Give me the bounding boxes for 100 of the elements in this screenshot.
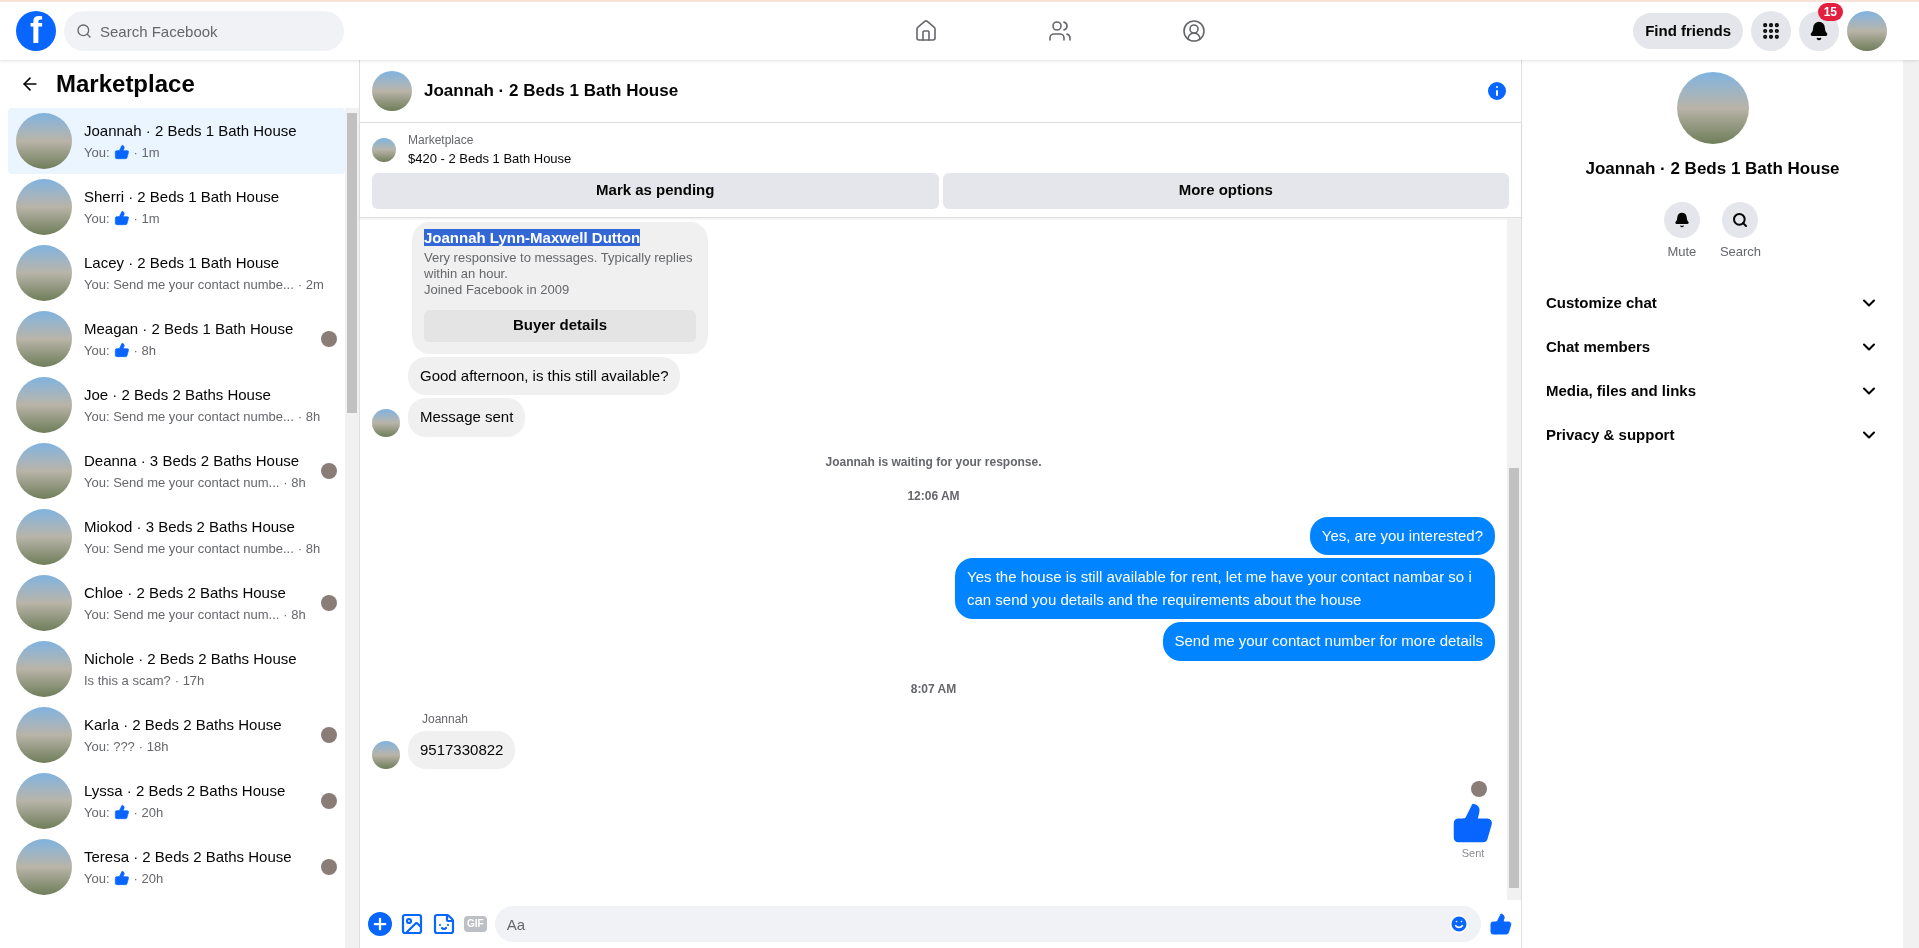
- conversation-title: Karla · 2 Beds 2 Baths House: [84, 715, 283, 735]
- scrollbar[interactable]: [1507, 217, 1521, 900]
- chat-title: Joannah · 2 Beds 1 Bath House: [424, 80, 680, 103]
- conversation-title: Nichole · 2 Beds 2 Baths House: [84, 649, 298, 669]
- photo-placeholder: [16, 641, 72, 697]
- message-time: · 20h: [133, 869, 164, 888]
- home-icon[interactable]: [913, 19, 938, 43]
- message-preview: You: ???: [84, 737, 135, 756]
- conversation-title: Miokod · 3 Beds 2 Baths House: [84, 517, 296, 537]
- friends-icon[interactable]: [1047, 19, 1072, 43]
- profile-name[interactable]: Joannah Lynn-Maxwell Dutton: [424, 228, 641, 246]
- conversation-title: Joe · 2 Beds 2 Baths House: [84, 385, 272, 405]
- listing-action-button[interactable]: Mark as pending: [372, 172, 939, 209]
- add-icon[interactable]: [368, 912, 392, 936]
- message-preview: You:: [84, 209, 110, 228]
- photo-placeholder: [16, 509, 72, 565]
- message-preview: You: Send me your contact num...: [84, 473, 280, 492]
- conversation-item[interactable]: Joe · 2 Beds 2 Baths House You: Send me your contact numbe... · 8h: [8, 372, 345, 438]
- conversation-item[interactable]: Lacey · 2 Beds 1 Bath House You: Send me your contact numbe... · 2m: [8, 240, 345, 306]
- incoming-message: Good afternoon, is this still available?: [408, 356, 681, 395]
- menu-button[interactable]: [1751, 11, 1791, 51]
- conversation-item[interactable]: Sherri · 2 Beds 1 Bath House You: · 1m: [8, 174, 345, 240]
- conversation-title: Joannah · 2 Beds 1 Bath House: [84, 121, 298, 141]
- profile-avatar: [1847, 11, 1887, 51]
- sticker-icon[interactable]: [432, 912, 456, 936]
- photo-placeholder: [16, 113, 72, 169]
- search-icon: [76, 23, 92, 39]
- conversation-item[interactable]: Meagan · 2 Beds 1 Bath House You: · 8h: [8, 306, 345, 372]
- notification-badge: 15: [1817, 3, 1843, 21]
- incoming-message: 9517330822: [408, 730, 516, 769]
- message-time: · 8h: [297, 407, 321, 426]
- message-preview: You:: [84, 803, 110, 822]
- conversation-title: Lacey · 2 Beds 1 Bath House: [84, 253, 281, 273]
- details-section[interactable]: Privacy & support: [1538, 413, 1887, 457]
- details-title: Joannah · 2 Beds 1 Bath House: [1585, 158, 1840, 180]
- conversation-title: Chloe · 2 Beds 2 Baths House: [84, 583, 287, 603]
- conversation-item[interactable]: Nichole · 2 Beds 2 Baths House Is this a scam? · 17h: [8, 636, 345, 702]
- message-preview: You: Send me your contact numbe...: [84, 275, 294, 294]
- groups-icon[interactable]: [1181, 19, 1206, 43]
- photo-placeholder: [372, 71, 412, 111]
- conversation-item[interactable]: Miokod · 3 Beds 2 Baths House You: Send me your contact numbe... · 8h: [8, 504, 345, 570]
- message-time: · 1m: [133, 143, 160, 162]
- logo[interactable]: f: [16, 11, 56, 51]
- bell-icon: [1809, 21, 1829, 41]
- bell-icon: [1673, 211, 1690, 228]
- photo-placeholder: [16, 443, 72, 499]
- buyer-details-button[interactable]: Buyer details: [424, 309, 696, 342]
- conversation-item[interactable]: Karla · 2 Beds 2 Baths House You: ??? · 18h: [8, 702, 345, 768]
- photo-placeholder: [16, 245, 72, 301]
- message-preview: You: Send me your contact num...: [84, 605, 280, 624]
- message-preview: Is this a scam?: [84, 671, 171, 690]
- details-section[interactable]: Customize chat: [1538, 281, 1887, 325]
- message-preview: You: Send me your contact numbe...: [84, 539, 294, 558]
- conversation-title: Teresa · 2 Beds 2 Baths House: [84, 847, 293, 867]
- outgoing-message: Yes, are you interested?: [1309, 516, 1495, 555]
- message-time: · 8h: [283, 605, 306, 624]
- conversation-title: Deanna · 3 Beds 2 Baths House: [84, 451, 301, 471]
- photo-placeholder: [16, 575, 72, 631]
- details-section[interactable]: Chat members: [1538, 325, 1887, 369]
- conversation-title: Sherri · 2 Beds 1 Bath House: [84, 187, 281, 207]
- grid-icon: [1761, 21, 1781, 41]
- conversation-item[interactable]: Joannah · 2 Beds 1 Bath House You: · 1m: [8, 108, 345, 174]
- photo-placeholder: [16, 377, 72, 433]
- message-time: · 18h: [138, 737, 169, 756]
- like-icon: [1489, 912, 1513, 936]
- message-preview: You: Send me your contact numbe...: [84, 407, 294, 426]
- find-friends-button[interactable]: Find friends: [1633, 13, 1743, 49]
- seen-avatar: [1471, 781, 1487, 797]
- message-time: · 1m: [133, 209, 160, 228]
- profile-info: Joined Facebook in 2009: [424, 281, 571, 298]
- search-field[interactable]: Search Facebook: [64, 11, 344, 51]
- message-input[interactable]: Aa: [494, 906, 1481, 942]
- incoming-message: Message sent: [408, 398, 526, 437]
- outgoing-message: Yes the house is still available for rent, let me have your contact nambar so i can send you details and the requirements about the house: [955, 558, 1495, 619]
- message-preview: You:: [84, 341, 110, 360]
- timestamp: 12:06 AM: [907, 487, 960, 505]
- conversation-item[interactable]: Teresa · 2 Beds 2 Baths House You: · 20h: [8, 834, 345, 900]
- scrollbar[interactable]: [345, 108, 359, 948]
- info-icon[interactable]: [1485, 79, 1509, 103]
- message-preview: You:: [84, 869, 110, 888]
- listing-action-button[interactable]: More options: [942, 172, 1509, 209]
- details-section[interactable]: Media, files and links: [1538, 369, 1887, 413]
- photo-placeholder: [372, 137, 396, 162]
- timestamp: 8:07 AM: [910, 680, 957, 698]
- photo-placeholder: [16, 839, 72, 895]
- conversation-item[interactable]: Deanna · 3 Beds 2 Baths House You: Send me your contact num... · 8h: [8, 438, 345, 504]
- photo-icon[interactable]: [400, 912, 424, 936]
- photo-placeholder: [16, 707, 72, 763]
- status-text: Joannah is waiting for your response.: [825, 453, 1042, 471]
- listing-title: $420 - 2 Beds 1 Bath House: [408, 150, 572, 168]
- conversation-item[interactable]: Lyssa · 2 Beds 2 Baths House You: · 20h: [8, 768, 345, 834]
- conversation-item[interactable]: Chloe · 2 Beds 2 Baths House You: Send me your contact num... · 8h: [8, 570, 345, 636]
- conversation-title: Meagan · 2 Beds 1 Bath House: [84, 319, 295, 339]
- message-time: · 2m: [297, 275, 324, 294]
- search-icon: [1732, 211, 1749, 228]
- message-time: · 20h: [133, 803, 164, 822]
- message-time: · 17h: [174, 671, 205, 690]
- conversation-title: Lyssa · 2 Beds 2 Baths House: [84, 781, 287, 801]
- scrollbar[interactable]: [1903, 60, 1919, 948]
- photo-placeholder: [16, 773, 72, 829]
